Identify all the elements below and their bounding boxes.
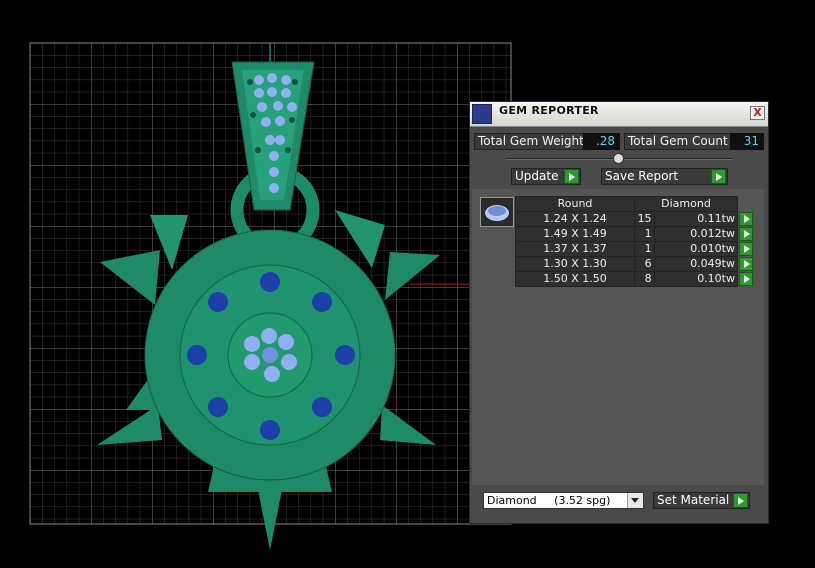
table-row[interactable]: 1.49 X 1.49 1 0.012tw [515, 226, 754, 242]
header-material: Diamond [634, 196, 738, 212]
gem-reporter-icon [472, 104, 492, 124]
save-report-go-icon [711, 169, 726, 184]
row-count: 15 [634, 211, 655, 227]
header-shape: Round [515, 196, 635, 212]
table-row[interactable]: 1.30 X 1.30 6 0.049tw [515, 256, 754, 272]
row-size: 1.50 X 1.50 [515, 271, 635, 287]
row-weight: 0.10tw [653, 271, 739, 287]
row-go-button[interactable] [737, 226, 754, 242]
save-report-button[interactable]: Save Report [601, 168, 728, 185]
round-gem-thumbnail[interactable] [480, 197, 514, 227]
update-go-icon [564, 169, 579, 184]
row-size: 1.30 X 1.30 [515, 256, 635, 272]
material-dropdown[interactable]: Diamond (3.52 spg) [483, 492, 644, 509]
play-arrow-icon [739, 212, 753, 226]
panel-title: GEM REPORTER [499, 104, 599, 117]
row-weight: 0.049tw [653, 256, 739, 272]
row-go-button[interactable] [737, 211, 754, 227]
material-selected-value: Diamond (3.52 spg) [487, 494, 611, 507]
table-row[interactable]: 1.24 X 1.24 15 0.11tw [515, 211, 754, 227]
row-weight: 0.11tw [653, 211, 739, 227]
row-weight: 0.010tw [653, 241, 739, 257]
row-weight: 0.012tw [653, 226, 739, 242]
update-button[interactable]: Update [511, 168, 581, 185]
set-material-button[interactable]: Set Material [653, 492, 750, 509]
update-button-label: Update [515, 169, 559, 183]
gem-list-area: Round Diamond 1.24 X 1.24 15 0.11tw 1.49… [472, 189, 764, 485]
round-gem-icon [485, 205, 509, 221]
set-material-button-label: Set Material [657, 493, 730, 507]
row-count: 6 [634, 256, 655, 272]
play-arrow-icon [739, 242, 753, 256]
save-report-button-label: Save Report [605, 169, 679, 183]
row-count: 1 [634, 226, 655, 242]
row-count: 1 [634, 241, 655, 257]
total-gem-weight-value: .28 [583, 133, 620, 150]
row-go-button[interactable] [737, 241, 754, 257]
row-count: 8 [634, 271, 655, 287]
play-arrow-icon [739, 227, 753, 241]
table-row[interactable]: 1.50 X 1.50 8 0.10tw [515, 271, 754, 287]
gem-reporter-panel: GEM REPORTER X Total Gem Weight .28 Tota… [469, 101, 769, 524]
row-size: 1.24 X 1.24 [515, 211, 635, 227]
row-go-button[interactable] [737, 256, 754, 272]
play-arrow-icon [739, 257, 753, 271]
slider-knob[interactable] [613, 153, 624, 164]
row-size: 1.49 X 1.49 [515, 226, 635, 242]
play-arrow-icon [739, 272, 753, 286]
total-gem-count-value: 31 [730, 133, 764, 150]
gem-table: Round Diamond 1.24 X 1.24 15 0.11tw 1.49… [515, 196, 754, 287]
gem-table-header: Round Diamond [515, 196, 754, 212]
row-go-button[interactable] [737, 271, 754, 287]
set-material-go-icon [733, 493, 748, 508]
table-row[interactable]: 1.37 X 1.37 1 0.010tw [515, 241, 754, 257]
chevron-down-icon[interactable] [627, 493, 643, 508]
row-size: 1.37 X 1.37 [515, 241, 635, 257]
panel-titlebar[interactable]: GEM REPORTER X [470, 102, 768, 127]
close-button[interactable]: X [750, 106, 765, 120]
